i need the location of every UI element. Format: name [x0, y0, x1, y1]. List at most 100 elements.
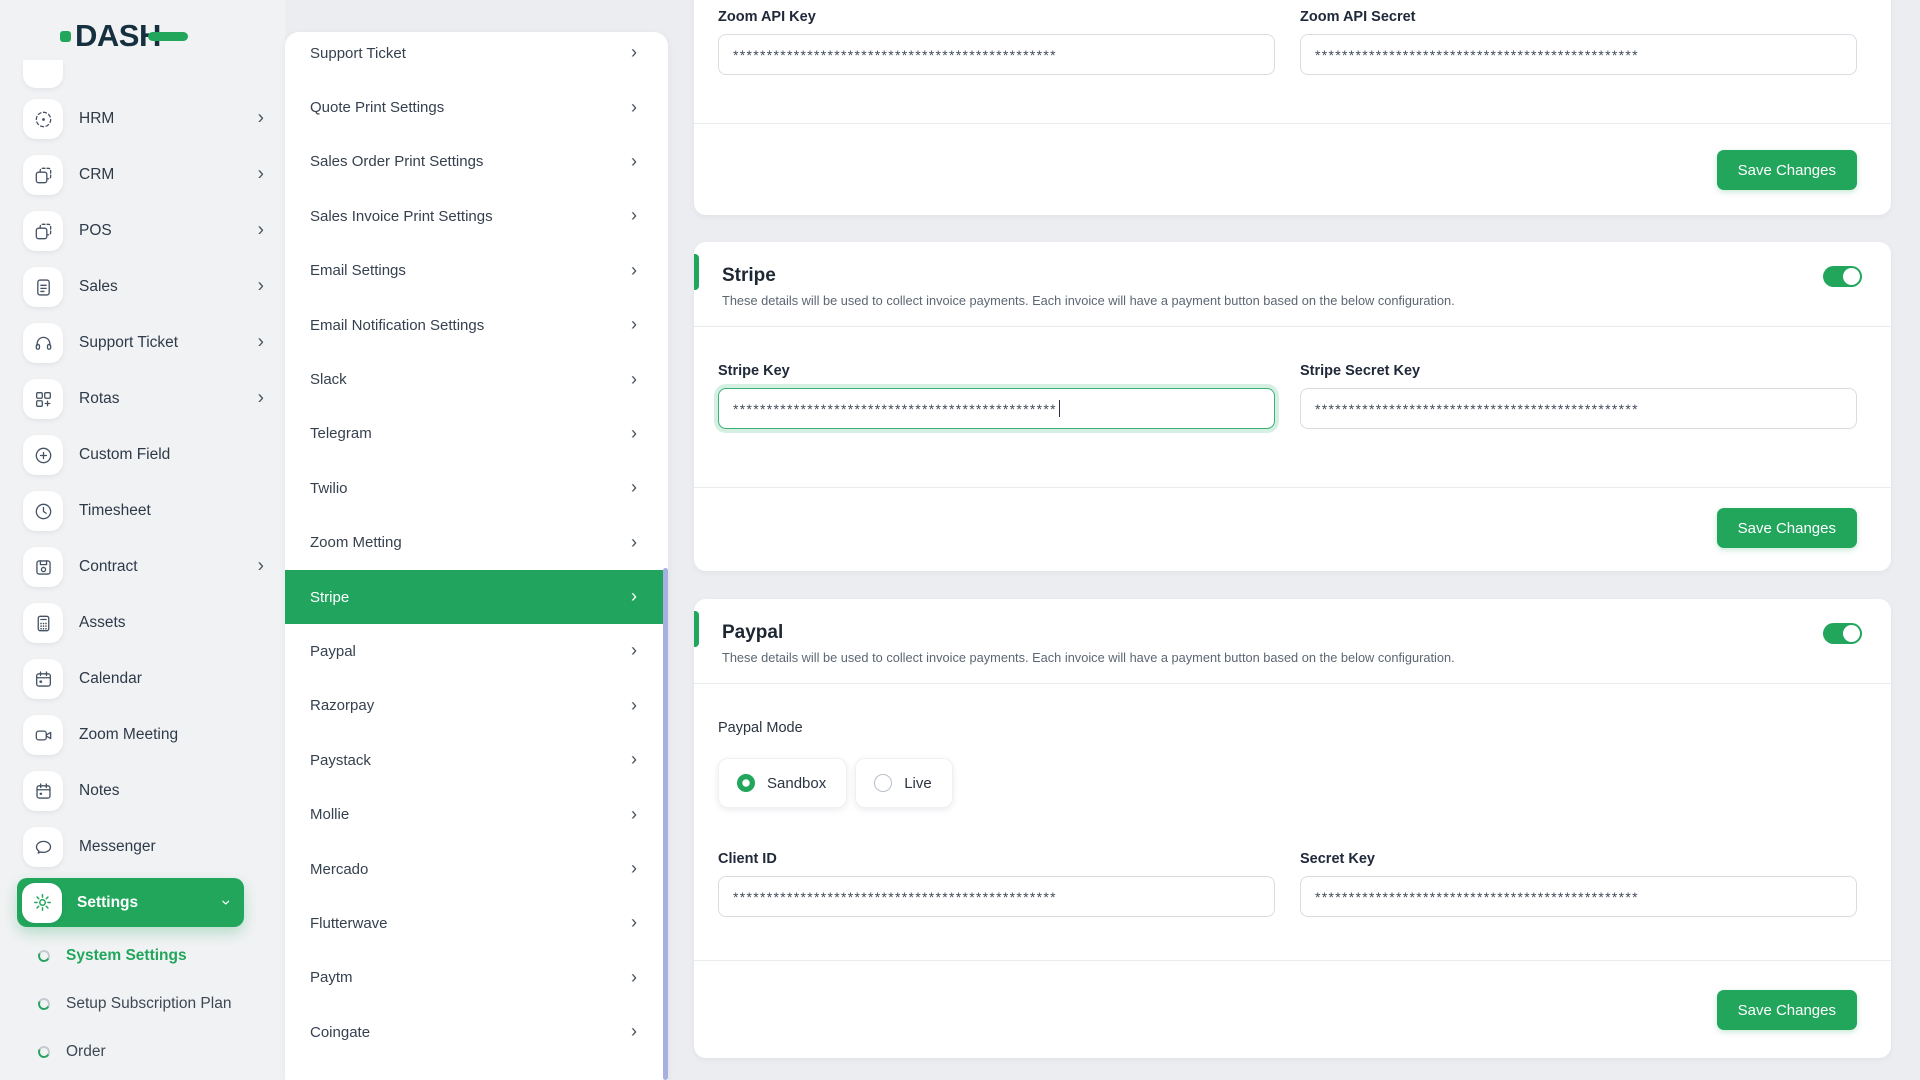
messenger-icon: [23, 827, 63, 867]
settings-nav-panel: Support Ticket › Quote Print Settings › Sale…: [285, 32, 668, 1080]
settings-nav-item-support-ticket[interactable]: Support Ticket ›: [285, 32, 668, 80]
sidebar-item-assets[interactable]: Assets: [0, 595, 285, 651]
paypal-mode-label: Paypal Mode: [718, 720, 803, 736]
settings-nav-item-mollie[interactable]: Mollie ›: [285, 787, 668, 841]
sidebar-item-messenger[interactable]: Messenger: [0, 819, 285, 875]
paypal-client-id-input[interactable]: [718, 876, 1275, 917]
save-button[interactable]: Save Changes: [1716, 990, 1857, 1030]
save-button[interactable]: Save Changes: [1716, 150, 1857, 190]
submenu-item-order[interactable]: Order: [0, 1028, 285, 1076]
sidebar-item-hrm[interactable]: HRM ›: [0, 91, 285, 147]
chevron-right-icon: ›: [257, 555, 264, 577]
sidebar-item-timesheet[interactable]: Timesheet: [0, 483, 285, 539]
divider: [694, 487, 1891, 488]
paypal-enabled-toggle[interactable]: [1823, 623, 1862, 644]
sidebar-item-calendar[interactable]: Calendar: [0, 651, 285, 707]
stripe-key-group: Stripe Key *****************************…: [718, 363, 1275, 429]
stripe-secret-key-group: Stripe Secret Key: [1300, 363, 1857, 429]
sidebar-item-rotas[interactable]: Rotas ›: [0, 371, 285, 427]
stripe-key-label: Stripe Key: [718, 363, 790, 379]
sidebar-item-sales[interactable]: Sales ›: [0, 259, 285, 315]
chevron-right-icon: ›: [257, 219, 264, 241]
sidebar-item-pos[interactable]: POS ›: [0, 203, 285, 259]
paypal-secret-key-label: Secret Key: [1300, 851, 1375, 867]
sidebar-item-contract[interactable]: Contract ›: [0, 539, 285, 595]
settings-nav-item-flutterwave[interactable]: Flutterwave ›: [285, 896, 668, 950]
stripe-enabled-toggle[interactable]: [1823, 266, 1862, 287]
settings-nav-item-slack[interactable]: Slack ›: [285, 352, 668, 406]
paypal-mode-live[interactable]: Live: [855, 758, 953, 808]
settings-nav-item-mercado[interactable]: Mercado ›: [285, 842, 668, 896]
save-button[interactable]: Save Changes: [1716, 508, 1857, 548]
chevron-right-icon: ›: [631, 423, 637, 444]
paypal-secret-key-input[interactable]: [1300, 876, 1857, 917]
settings-nav-item-sales-invoice-print-settings[interactable]: Sales Invoice Print Settings ›: [285, 189, 668, 243]
chevron-right-icon: ›: [631, 42, 637, 63]
settings-nav-item-coingate[interactable]: Coingate ›: [285, 1005, 668, 1059]
sidebar-item-zoom-meeting[interactable]: Zoom Meeting: [0, 707, 285, 763]
settings-nav-item-paytm[interactable]: Paytm ›: [285, 951, 668, 1005]
chevron-right-icon: ›: [631, 640, 637, 661]
sidebar-item-crm[interactable]: CRM ›: [0, 147, 285, 203]
settings-nav-item-paypal[interactable]: Paypal ›: [285, 624, 668, 678]
settings-nav-item-sales-order-print-settings[interactable]: Sales Order Print Settings ›: [285, 135, 668, 189]
app-logo[interactable]: DASH: [60, 16, 188, 56]
paypal-client-id-label: Client ID: [718, 851, 777, 867]
logo-dot-icon: [60, 30, 71, 42]
divider: [694, 123, 1891, 124]
sidebar-item-notes[interactable]: Notes: [0, 763, 285, 819]
submenu-item-setup-subscription-plan[interactable]: Setup Subscription Plan: [0, 980, 285, 1028]
divider: [694, 960, 1891, 961]
zoom-api-secret-input[interactable]: [1300, 34, 1857, 75]
timesheet-icon: [23, 491, 63, 531]
sidebar-item-custom-field[interactable]: Custom Field: [0, 427, 285, 483]
sidebar-item-support-ticket[interactable]: Support Ticket ›: [0, 315, 285, 371]
assets-icon: [23, 603, 63, 643]
settings-nav-item-razorpay[interactable]: Razorpay ›: [285, 679, 668, 733]
stripe-secret-key-label: Stripe Secret Key: [1300, 363, 1421, 379]
bullet-icon: [36, 948, 52, 964]
settings-nav-item-email-settings[interactable]: Email Settings ›: [285, 244, 668, 298]
zoom-api-key-label: Zoom API Key: [718, 9, 816, 25]
zoom-api-secret-group: Zoom API Secret: [1300, 9, 1857, 75]
zoom-api-key-input[interactable]: [718, 34, 1275, 75]
stripe-secret-key-input[interactable]: [1300, 388, 1857, 429]
settings-nav-item-paystack[interactable]: Paystack ›: [285, 733, 668, 787]
chevron-right-icon: ›: [631, 694, 637, 715]
pos-icon: [23, 211, 63, 251]
text-caret: [1058, 400, 1061, 417]
settings-nav-item-stripe[interactable]: Stripe ›: [285, 569, 668, 625]
zoom-api-key-group: Zoom API Key: [718, 9, 1275, 75]
paypal-secret-key-group: Secret Key: [1300, 851, 1857, 917]
main-content: Zoom API Key Zoom API Secret Save Change…: [694, 0, 1891, 1080]
paypal-mode-sandbox[interactable]: Sandbox: [718, 758, 848, 808]
settings-nav-item-twilio[interactable]: Twilio ›: [285, 461, 668, 515]
stripe-key-input[interactable]: ****************************************…: [718, 388, 1275, 429]
radio-selected-icon[interactable]: [737, 774, 755, 792]
paypal-client-id-group: Client ID: [718, 851, 1275, 917]
settings-nav-item-telegram[interactable]: Telegram ›: [285, 407, 668, 461]
chevron-right-icon: ›: [631, 749, 637, 770]
settings-nav-list: Support Ticket › Quote Print Settings › Sale…: [285, 32, 668, 1080]
settings-nav-item-email-notification-settings[interactable]: Email Notification Settings ›: [285, 298, 668, 352]
hrm-icon: [23, 99, 63, 139]
radio-unselected-icon[interactable]: [874, 774, 893, 792]
rotas-icon: [23, 379, 63, 419]
chevron-right-icon: ›: [631, 477, 637, 498]
chevron-right-icon: ›: [631, 368, 637, 389]
settings-nav-item-zoom-metting[interactable]: Zoom Metting ›: [285, 516, 668, 570]
sidebar-item-settings[interactable]: Settings ›: [17, 878, 244, 927]
chevron-right-icon: ›: [631, 912, 637, 933]
notes-icon: [23, 771, 63, 811]
settings-nav-scrollbar[interactable]: [663, 568, 668, 1080]
stripe-settings-card: Stripe These details will be used to col…: [694, 242, 1891, 571]
submenu-item-system-settings[interactable]: System Settings: [0, 932, 285, 980]
sidebar-item-partial[interactable]: [23, 60, 63, 88]
chevron-right-icon: ›: [257, 275, 264, 297]
contract-icon: [23, 547, 63, 587]
green-accent-bar: [694, 611, 699, 647]
chevron-right-icon: ›: [631, 96, 637, 117]
settings-nav-item-quote-print-settings[interactable]: Quote Print Settings ›: [285, 80, 668, 134]
settings-nav-item-skrill[interactable]: Skrill›: [285, 1059, 668, 1080]
logo-dash-icon: [147, 32, 188, 41]
